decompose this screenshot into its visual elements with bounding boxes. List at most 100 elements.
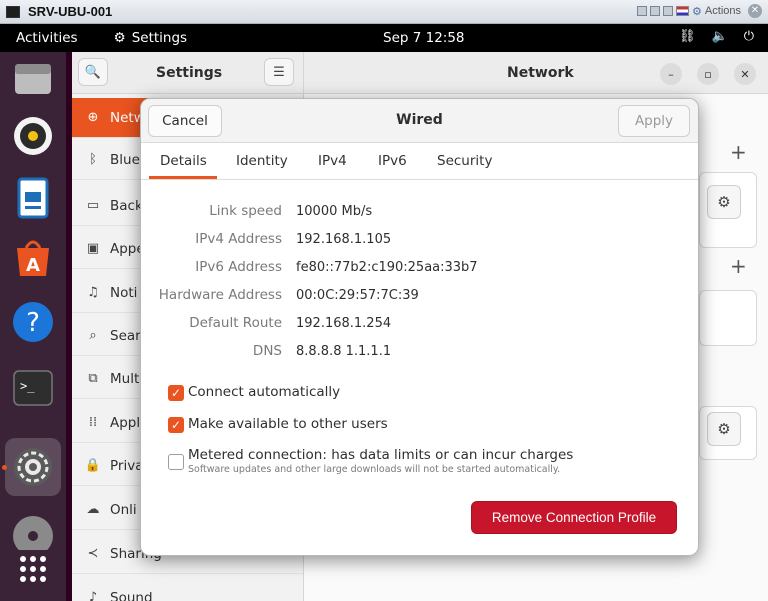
add-vpn-button[interactable]: + bbox=[730, 254, 747, 278]
metered-connection-hint: Software updates and other large downloa… bbox=[188, 464, 561, 475]
connect-automatically-label[interactable]: Connect automatically bbox=[188, 384, 340, 400]
vm-window-icon[interactable] bbox=[663, 6, 674, 16]
keyboard-layout-flag-icon[interactable] bbox=[676, 6, 690, 16]
search-button[interactable]: 🔍 bbox=[78, 58, 108, 86]
gear-icon: ⚙ bbox=[717, 420, 731, 438]
bell-icon: ♫ bbox=[87, 285, 99, 300]
dock-app-files[interactable] bbox=[11, 58, 55, 102]
close-button[interactable]: ✕ bbox=[734, 63, 756, 85]
vm-window-icon[interactable] bbox=[650, 6, 661, 16]
settings-title: Settings bbox=[156, 65, 223, 81]
network-panel-header: Network – ▫ ✕ bbox=[304, 52, 768, 94]
volume-icon: 🔈 bbox=[711, 29, 728, 44]
vm-controls: ⚙ Actions ✕ bbox=[637, 4, 762, 18]
ipv6-address-value: fe80::77b2:c190:25aa:33b7 bbox=[296, 260, 478, 275]
dialog-header: Cancel Wired Apply bbox=[141, 99, 698, 143]
search-icon: ⌕ bbox=[89, 328, 97, 343]
dock-app-software[interactable]: A bbox=[11, 236, 55, 280]
running-indicator bbox=[2, 465, 7, 470]
connect-automatically-checkbox[interactable]: ✓ bbox=[168, 385, 184, 401]
vm-title: SRV-UBU-001 bbox=[28, 4, 113, 19]
app-menu-label: Settings bbox=[131, 30, 188, 46]
system-tray[interactable]: ⛓ 🔈 ⏻ bbox=[679, 29, 754, 44]
link-speed-value: 10000 Mb/s bbox=[296, 204, 373, 219]
show-apps-button[interactable] bbox=[11, 547, 55, 591]
dock-app-help[interactable]: ? bbox=[11, 300, 55, 344]
network-wired-icon: ⛓ bbox=[679, 29, 696, 44]
tab-details[interactable]: Details bbox=[160, 153, 207, 169]
disc-icon bbox=[13, 516, 53, 556]
menu-button[interactable]: ☰ bbox=[264, 58, 294, 86]
appearance-icon: ▣ bbox=[86, 241, 100, 256]
clock[interactable]: Sep 7 12:58 bbox=[383, 30, 465, 46]
maximize-icon: ▫ bbox=[704, 67, 712, 81]
dns-label: DNS bbox=[252, 343, 282, 359]
tab-identity[interactable]: Identity bbox=[236, 153, 288, 169]
close-icon[interactable]: ✕ bbox=[748, 4, 762, 18]
sidebar-item-label: Sound bbox=[110, 589, 153, 601]
dock-app-disc[interactable] bbox=[11, 506, 55, 556]
dock: A ? >_ bbox=[0, 52, 66, 601]
multitasking-icon: ⧉ bbox=[88, 371, 98, 386]
default-route-label: Default Route bbox=[189, 315, 282, 331]
music-note-icon: ♪ bbox=[88, 590, 98, 601]
tab-security[interactable]: Security bbox=[437, 153, 492, 169]
wired-settings-button[interactable]: ⚙ bbox=[707, 185, 741, 219]
writer-icon bbox=[17, 177, 49, 219]
hardware-address-value: 00:0C:29:57:7C:39 bbox=[296, 288, 419, 303]
search-icon: 🔍 bbox=[84, 64, 102, 80]
gear-icon: ⚙ bbox=[113, 30, 126, 46]
dock-app-libreoffice-writer[interactable] bbox=[11, 176, 55, 220]
metered-connection-checkbox[interactable] bbox=[168, 454, 184, 470]
app-menu[interactable]: ⚙ Settings bbox=[114, 30, 187, 46]
svg-text:A: A bbox=[26, 255, 40, 276]
sidebar-item-label: Noti bbox=[110, 284, 138, 301]
dock-app-rhythmbox[interactable] bbox=[11, 114, 55, 158]
available-to-others-checkbox[interactable]: ✓ bbox=[168, 417, 184, 433]
gear-icon: ⚙ bbox=[717, 193, 731, 211]
help-icon: ? bbox=[13, 302, 53, 342]
ipv4-address-value: 192.168.1.105 bbox=[296, 232, 392, 247]
sidebar-item-sound[interactable]: ♪ Sound bbox=[72, 578, 303, 601]
dialog-title: Wired bbox=[396, 112, 443, 128]
minimize-icon: – bbox=[668, 67, 674, 81]
vm-titlebar: SRV-UBU-001 ⚙ Actions ✕ bbox=[0, 0, 768, 24]
app-store-icon: A bbox=[17, 240, 49, 276]
maximize-button[interactable]: ▫ bbox=[697, 63, 719, 85]
sidebar-item-label: Sear bbox=[110, 327, 141, 344]
vm-window-icon[interactable] bbox=[637, 6, 648, 16]
wired-dialog: Cancel Wired Apply Details Identity IPv4… bbox=[140, 98, 699, 556]
dock-app-settings[interactable] bbox=[5, 438, 61, 496]
settings-sidebar-header: 🔍 Settings ☰ bbox=[72, 52, 304, 94]
dns-value: 8.8.8.8 1.1.1.1 bbox=[296, 344, 392, 359]
panel-title: Network bbox=[507, 65, 574, 81]
sidebar-item-label: Onli bbox=[110, 501, 137, 518]
close-icon: ✕ bbox=[740, 67, 750, 81]
default-route-value: 192.168.1.254 bbox=[296, 316, 392, 331]
hardware-address-label: Hardware Address bbox=[158, 287, 282, 303]
proxy-settings-button[interactable]: ⚙ bbox=[707, 412, 741, 446]
minimize-button[interactable]: – bbox=[660, 63, 682, 85]
background-icon: ▭ bbox=[86, 198, 100, 213]
available-to-others-label[interactable]: Make available to other users bbox=[188, 416, 388, 432]
tab-ipv4[interactable]: IPv4 bbox=[318, 153, 347, 169]
vpn-card bbox=[699, 290, 757, 346]
svg-text:?: ? bbox=[26, 308, 40, 338]
sidebar-item-label: Blue bbox=[110, 151, 140, 168]
active-tab-indicator bbox=[149, 176, 217, 179]
apps-grid-icon bbox=[20, 556, 46, 582]
dock-app-terminal[interactable]: >_ bbox=[11, 366, 55, 410]
metered-connection-label[interactable]: Metered connection: has data limits or c… bbox=[188, 447, 573, 463]
apply-button[interactable]: Apply bbox=[618, 105, 690, 137]
vm-actions-menu[interactable]: Actions bbox=[705, 5, 741, 17]
activities-button[interactable]: Activities bbox=[16, 30, 78, 46]
add-wired-button[interactable]: + bbox=[730, 140, 747, 164]
dialog-tabs: Details Identity IPv4 IPv6 Security bbox=[141, 143, 698, 180]
cancel-button[interactable]: Cancel bbox=[148, 105, 222, 137]
tab-ipv6[interactable]: IPv6 bbox=[378, 153, 407, 169]
link-speed-label: Link speed bbox=[209, 203, 282, 219]
gear-icon[interactable]: ⚙ bbox=[692, 5, 702, 18]
remove-connection-profile-button[interactable]: Remove Connection Profile bbox=[471, 501, 677, 534]
gnome-top-bar: Activities ⚙ Settings Sep 7 12:58 ⛓ 🔈 ⏻ bbox=[0, 24, 768, 52]
svg-text:>_: >_ bbox=[20, 379, 35, 393]
